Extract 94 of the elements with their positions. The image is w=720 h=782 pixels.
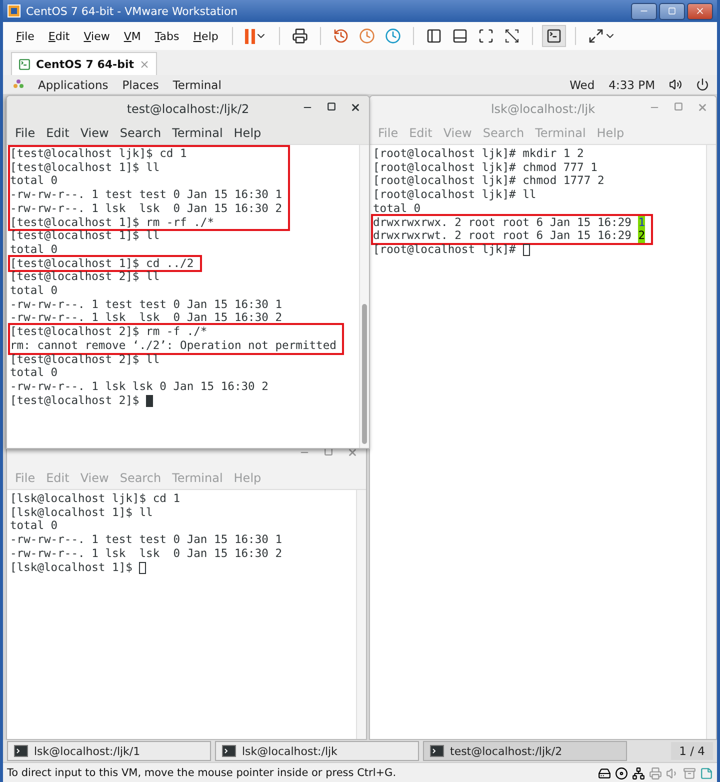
pause-icon bbox=[245, 28, 256, 44]
menu-item[interactable]: Search bbox=[114, 126, 166, 140]
taskbar-label: test@localhost:/ljk/2 bbox=[450, 744, 562, 758]
terminal-line: [test@localhost ljk]$ cd 1 bbox=[10, 147, 187, 161]
panel-menu[interactable]: Applications bbox=[38, 78, 108, 92]
terminal-line: [root@localhost ljk]# ll bbox=[373, 188, 536, 202]
menu-item[interactable]: File bbox=[11, 30, 40, 42]
workspace-pager[interactable]: 1 / 4 bbox=[671, 742, 713, 760]
menu-item[interactable]: VM bbox=[118, 30, 146, 42]
terminal-line: [test@localhost 1]$ cd ../2 bbox=[10, 256, 194, 270]
terminal-line: drwxrwxrwt. 2 root root 6 Jan 15 16:29 bbox=[373, 229, 632, 243]
menu-item[interactable]: Tabs bbox=[150, 30, 184, 42]
terminal-line: -rw-rw-r--. 1 lsk lsk 0 Jan 15 16:30 2 bbox=[10, 202, 282, 216]
taskbar-item[interactable]: test@localhost:/ljk/2 bbox=[423, 741, 627, 761]
menu-item[interactable]: Help bbox=[228, 126, 266, 140]
window-title: test@localhost:/ljk/2 bbox=[126, 102, 250, 116]
terminal-icon bbox=[430, 745, 444, 757]
terminal-line: total 0 bbox=[10, 284, 58, 298]
vm-icon bbox=[18, 58, 31, 70]
close-icon[interactable] bbox=[350, 102, 361, 113]
terminal-line: total 0 bbox=[373, 202, 421, 216]
taskbar-label: lsk@localhost:/ljk/1 bbox=[34, 744, 140, 758]
terminal-line: [root@localhost ljk]# chmod 1777 2 bbox=[373, 174, 604, 188]
menu-item[interactable]: View bbox=[78, 30, 115, 42]
terminal-line: -rw-rw-r--. 1 lsk lsk 0 Jan 15 16:30 2 bbox=[10, 546, 282, 561]
terminal-line: [test@localhost 1]$ ll bbox=[10, 160, 160, 174]
scrollbar[interactable] bbox=[706, 145, 716, 739]
terminal-line: -rw-rw-r--. 1 test test 0 Jan 15 16:30 1 bbox=[10, 298, 282, 312]
status-text: To direct input to this VM, move the mouse pointer inside or press Ctrl+G. bbox=[7, 767, 396, 779]
clock-time: 4:33 PM bbox=[608, 78, 655, 92]
terminal-line: [root@localhost ljk]# mkdir 1 2 bbox=[373, 147, 584, 161]
terminal-line: [test@localhost 2]$ bbox=[10, 394, 140, 408]
volume-icon[interactable] bbox=[669, 78, 682, 91]
terminal-line: [lsk@localhost 1]$ bbox=[10, 560, 134, 574]
disc-icon[interactable] bbox=[615, 766, 628, 780]
directory-name: 2 bbox=[638, 229, 646, 243]
terminal-line: drwxrwxrwx. 2 root root 6 Jan 15 16:29 bbox=[373, 216, 632, 230]
power-icon[interactable] bbox=[696, 78, 709, 91]
terminal-line: [lsk@localhost 1]$ ll bbox=[10, 506, 153, 520]
terminal-line: -rw-rw-r--. 1 test test 0 Jan 15 16:30 1 bbox=[10, 533, 282, 547]
printer-icon[interactable] bbox=[649, 766, 662, 780]
terminal-line: [root@localhost ljk]# chmod 777 1 bbox=[373, 160, 598, 174]
window-title: lsk@localhost:/ljk bbox=[490, 102, 596, 116]
vm-tab[interactable]: CentOS 7 64-bit bbox=[11, 52, 157, 75]
taskbar-item[interactable]: lsk@localhost:/ljk/1 bbox=[7, 741, 211, 761]
terminal-line: -rw-rw-r--. 1 lsk lsk 0 Jan 15 16:30 2 bbox=[10, 311, 282, 326]
note-icon[interactable] bbox=[700, 766, 713, 780]
terminal-line: [lsk@localhost ljk]$ cd 1 bbox=[10, 492, 180, 506]
gnome-icon bbox=[13, 79, 24, 90]
terminal-line: [test@localhost 2]$ ll bbox=[10, 270, 160, 284]
menu-item[interactable]: Edit bbox=[41, 126, 74, 140]
panel-menu[interactable]: Places bbox=[122, 78, 159, 92]
maximize-button[interactable] bbox=[659, 2, 685, 20]
speaker-icon[interactable] bbox=[666, 766, 679, 780]
terminal-line: [test@localhost 2]$ rm -f ./* bbox=[10, 325, 208, 339]
console-button[interactable] bbox=[542, 25, 566, 47]
maximize-icon[interactable] bbox=[324, 447, 333, 456]
menu-item[interactable]: Terminal bbox=[167, 126, 228, 140]
terminal-line: total 0 bbox=[10, 174, 58, 188]
terminal-icon bbox=[14, 745, 28, 757]
archive-icon[interactable] bbox=[683, 766, 696, 780]
close-button[interactable] bbox=[687, 2, 713, 20]
close-icon[interactable] bbox=[347, 447, 358, 458]
terminal-icon bbox=[222, 745, 236, 757]
network-icon[interactable] bbox=[632, 766, 645, 780]
directory-name: 1 bbox=[638, 216, 646, 230]
taskbar-label: lsk@localhost:/ljk bbox=[242, 744, 338, 758]
terminal-line: total 0 bbox=[10, 242, 58, 257]
terminal-line: [test@localhost 2]$ ll bbox=[10, 352, 160, 366]
maximize-icon bbox=[668, 7, 676, 15]
scrollbar[interactable] bbox=[359, 145, 369, 448]
close-icon bbox=[695, 6, 705, 16]
app-icon bbox=[7, 4, 21, 18]
panel-menu[interactable]: Terminal bbox=[172, 78, 222, 92]
menu-item[interactable]: Help bbox=[188, 30, 224, 42]
terminal-line: rm: cannot remove ‘./2’: Operation not permitted bbox=[10, 338, 336, 353]
terminal-line: total 0 bbox=[10, 366, 58, 380]
terminal-line: [test@localhost 1]$ ll bbox=[10, 229, 160, 243]
terminal-line: total 0 bbox=[10, 519, 58, 534]
menu-item[interactable]: View bbox=[75, 126, 114, 140]
window-title: CentOS 7 64-bit - VMware Workstation bbox=[26, 4, 238, 18]
terminal-line: -rw-rw-r--. 1 lsk lsk 0 Jan 15 16:30 2 bbox=[10, 380, 268, 394]
menu-item[interactable]: Edit bbox=[43, 30, 75, 42]
taskbar-item[interactable]: lsk@localhost:/ljk bbox=[215, 741, 419, 761]
hard-drive-icon[interactable] bbox=[598, 766, 611, 780]
maximize-icon[interactable] bbox=[327, 102, 336, 111]
terminal-line: -rw-rw-r--. 1 test test 0 Jan 15 16:30 1 bbox=[10, 188, 282, 202]
terminal-line: [root@localhost ljk]# bbox=[373, 242, 517, 257]
scrollbar[interactable] bbox=[356, 490, 366, 739]
clock-day: Wed bbox=[570, 78, 595, 92]
expand-icon bbox=[588, 28, 604, 44]
menu-item[interactable]: File bbox=[10, 126, 40, 140]
minimize-button[interactable] bbox=[631, 2, 657, 20]
terminal-line: [test@localhost 1]$ rm -rf ./* bbox=[10, 216, 214, 230]
